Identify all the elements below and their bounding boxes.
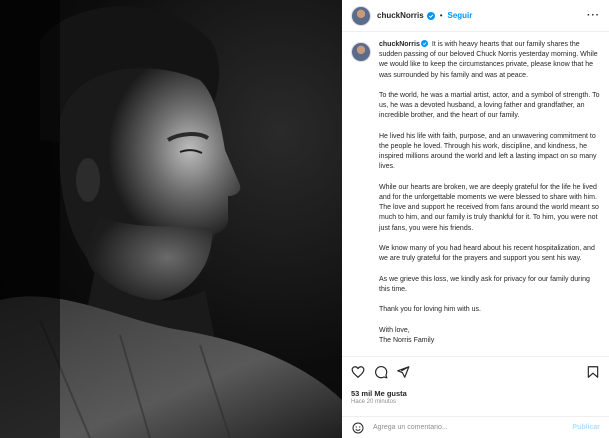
caption-paragraph-5: We know many of you had heard about his … [379, 245, 595, 263]
post-sidebar: chuckNorris • Seguir ··· chuckNorris It … [342, 0, 609, 438]
separator-dot: • [439, 11, 443, 20]
follow-button[interactable]: Seguir [448, 11, 473, 20]
signoff-line-1: With love, [379, 326, 410, 334]
publish-button[interactable]: Publicar [572, 424, 600, 431]
caption-paragraph-1: chuckNorris It is with heavy hearts that… [379, 40, 601, 81]
caption-username[interactable]: chuckNorris [379, 41, 420, 48]
caption-paragraph-3: He lived his life with faith, purpose, a… [379, 132, 597, 171]
caption-signoff: With love, The Norris Family [379, 326, 601, 346]
caption-paragraph-2: To the world, he was a martial artist, a… [379, 92, 600, 120]
emoji-icon[interactable] [352, 422, 364, 434]
more-icon[interactable]: ··· [587, 10, 600, 21]
post-photo[interactable] [0, 0, 342, 438]
post-header: chuckNorris • Seguir ··· [342, 0, 609, 32]
add-comment-bar: Publicar [342, 416, 609, 438]
post-actions: 53 mil Me gusta Hace 20 minutos [342, 356, 609, 408]
comment-icon[interactable] [374, 365, 388, 379]
verified-icon [426, 11, 435, 20]
likes-count[interactable]: 53 mil Me gusta [351, 389, 407, 398]
share-icon[interactable] [396, 365, 410, 379]
post-username[interactable]: chuckNorris [377, 11, 424, 20]
signoff-line-2: The Norris Family [379, 336, 435, 344]
bookmark-icon[interactable] [586, 365, 600, 379]
caption-paragraph-7: Thank you for loving him with us. [379, 306, 481, 314]
portrait-image [0, 0, 342, 438]
comment-input[interactable] [373, 424, 563, 431]
caption-paragraph-4: While our hearts are broken, we are deep… [379, 183, 599, 232]
heart-icon[interactable] [351, 365, 365, 379]
verified-icon [420, 40, 428, 47]
caption-text: chuckNorris It is with heavy hearts that… [379, 40, 601, 346]
avatar[interactable] [351, 5, 371, 26]
caption-avatar[interactable] [351, 42, 371, 62]
post-timestamp[interactable]: Hace 20 minutos [351, 399, 396, 405]
caption-paragraph-6: As we grieve this loss, we kindly ask fo… [379, 275, 590, 293]
